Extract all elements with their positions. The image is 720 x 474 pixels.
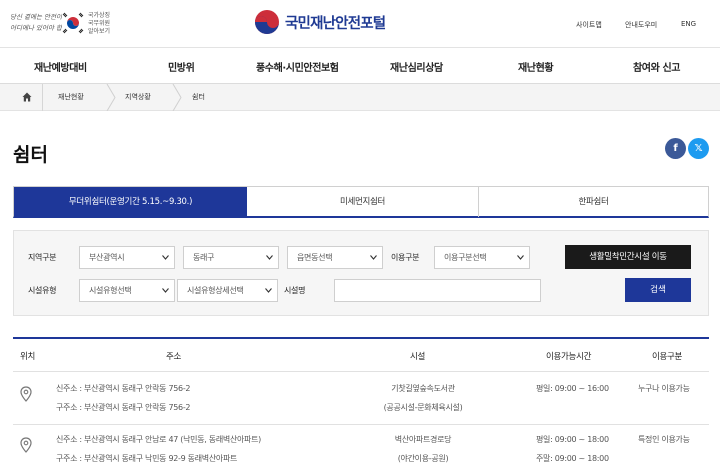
facility-detail-select-value: 시설유형상세선택 — [187, 286, 244, 295]
facebook-icon: f — [673, 143, 678, 154]
new-address: 신주소 : 부산광역시 동래구 안락동 756-2 — [56, 384, 191, 393]
column-header-facility: 시설 — [410, 352, 426, 362]
column-header-location: 위치 — [20, 352, 36, 362]
tab-heat-shelter[interactable]: 무더위쉼터(운영기간 5.15.~9.30.) — [14, 187, 247, 217]
chevron-down-icon — [517, 255, 524, 260]
chevron-down-icon — [266, 255, 273, 260]
old-address: 구주소 : 부산광역시 동래구 낙민동 92-9 동래벽산아파트 — [56, 454, 238, 463]
facility-detail-select[interactable]: 시설유형상세선택 — [177, 279, 278, 302]
breadcrumb-home[interactable] — [12, 84, 43, 111]
row-divider — [13, 424, 709, 425]
search-button[interactable]: 검색 — [625, 278, 691, 302]
facility-name-label: 시설명 — [284, 286, 306, 295]
old-address: 구주소 : 부산광역시 동래구 안락동 756-2 — [56, 403, 191, 412]
map-pin-icon[interactable] — [20, 437, 32, 453]
chevron-down-icon — [265, 288, 272, 293]
operating-hours-weekend: 주말: 09:00 ~ 18:00 — [536, 454, 609, 463]
city-select-value: 부산광역시 — [89, 253, 125, 262]
slogan-line-2: 어디에나 있어야 합니다 — [10, 24, 74, 32]
tab-cold-shelter[interactable]: 한파쉼터 — [479, 187, 708, 217]
column-header-hours: 이용가능시간 — [546, 352, 592, 362]
nav-participation-report[interactable]: 참여와 신고 — [633, 59, 680, 74]
x-icon: 𝕏 — [694, 143, 703, 154]
use-select[interactable]: 이용구분선택 — [434, 246, 530, 269]
nav-psych-counsel[interactable]: 재난심리상담 — [390, 59, 443, 74]
operating-hours-weekday: 평일: 09:00 ~ 16:00 — [536, 384, 609, 393]
dong-select-value: 읍면동선택 — [297, 253, 333, 262]
home-icon — [22, 92, 32, 102]
map-pin-icon[interactable] — [20, 386, 32, 402]
facility-name: 기찻길옆숲속도서관 — [391, 384, 455, 393]
gov-text-line-2: 국무위원 — [88, 20, 111, 27]
breadcrumb-item-shelter[interactable]: 쉼터 — [192, 92, 205, 102]
operating-hours-weekday: 평일: 09:00 ~ 18:00 — [536, 435, 609, 444]
nav-disaster-status[interactable]: 재난현황 — [518, 59, 554, 74]
facility-type-select-value: 시설유형선택 — [89, 286, 132, 295]
table-header-divider — [13, 371, 709, 372]
breadcrumb-separator-icon — [172, 84, 182, 111]
gov-symbol-link[interactable]: 국가상징 국무위원 알아보기 — [88, 12, 110, 36]
tab-fine-dust-shelter[interactable]: 미세먼지쉼터 — [247, 187, 478, 217]
page-title: 쉼터 — [13, 144, 48, 166]
new-address: 신주소 : 부산광역시 동래구 안남로 47 (낙민동, 동래벽산아파트) — [56, 435, 261, 444]
column-header-use: 이용구분 — [652, 352, 683, 362]
main-navigation: 재난예방대비 민방위 풍수해·시민안전보험 재난심리상담 재난현황 참여와 신고 — [0, 48, 720, 84]
nav-storm-insurance[interactable]: 풍수해·시민안전보험 — [256, 59, 339, 74]
nav-civil-defense[interactable]: 민방위 — [168, 59, 195, 74]
breadcrumb: 재난현황 지역상황 쉼터 — [0, 84, 720, 111]
facility-category: (공공시설-문화체육시설) — [383, 403, 463, 412]
column-header-address: 주소 — [166, 352, 182, 362]
facility-type-label: 시설유형 — [28, 286, 57, 295]
use-type: 누구나 이용가능 — [638, 384, 690, 393]
region-label: 지역구분 — [28, 253, 57, 262]
facility-name: 벽산아파트경로당 — [394, 435, 452, 444]
city-select[interactable]: 부산광역시 — [79, 246, 175, 269]
taegeuk-flag-icon[interactable] — [62, 12, 84, 34]
use-select-value: 이용구분선택 — [444, 253, 487, 262]
site-header: 당신 곁에는 안전이, 어디에나 있어야 합니다 국가상징 국무위원 알아보기 … — [0, 0, 720, 48]
facebook-share-button[interactable]: f — [665, 138, 686, 159]
breadcrumb-item-region[interactable]: 지역상황 — [125, 92, 151, 102]
breadcrumb-item-disaster-status[interactable]: 재난현황 — [58, 92, 84, 102]
slogan-line-1: 당신 곁에는 안전이, — [10, 13, 65, 21]
x-share-button[interactable]: 𝕏 — [688, 138, 709, 159]
facility-type-select[interactable]: 시설유형선택 — [79, 279, 175, 302]
private-facility-button[interactable]: 생활밀착민간시설 이동 — [565, 245, 691, 269]
english-link[interactable]: ENG — [681, 20, 696, 28]
portal-logo-icon[interactable] — [252, 9, 286, 35]
chevron-down-icon — [370, 255, 377, 260]
search-panel: 지역구분 부산광역시 동래구 읍면동선택 이용구분 이용구분선택 생활밀착민간시… — [13, 230, 709, 316]
shelter-tabs: 무더위쉼터(운영기간 5.15.~9.30.) 미세먼지쉼터 한파쉼터 — [13, 186, 709, 218]
chevron-down-icon — [162, 288, 169, 293]
gov-text-line-3: 알아보기 — [88, 28, 111, 35]
gov-text-line-1: 국가상징 — [88, 12, 111, 19]
breadcrumb-separator-icon — [106, 84, 116, 111]
use-type: 특정인 이용가능 — [638, 435, 690, 444]
slogan-logo[interactable]: 당신 곁에는 안전이, 어디에나 있어야 합니다 — [10, 12, 74, 36]
facility-name-input[interactable] — [334, 279, 541, 302]
table-top-border — [13, 337, 709, 339]
portal-name[interactable]: 국민재난안전포털 — [285, 12, 386, 33]
facility-category: (야간이용-공원) — [397, 454, 449, 463]
chevron-down-icon — [162, 255, 169, 260]
sitemap-link[interactable]: 사이트맵 — [576, 20, 602, 30]
guide-helper-link[interactable]: 안내도우미 — [625, 20, 657, 30]
district-select[interactable]: 동래구 — [183, 246, 279, 269]
nav-disaster-prevention[interactable]: 재난예방대비 — [34, 59, 87, 74]
dong-select[interactable]: 읍면동선택 — [287, 246, 383, 269]
district-select-value: 동래구 — [193, 253, 215, 262]
use-label: 이용구분 — [391, 253, 420, 262]
